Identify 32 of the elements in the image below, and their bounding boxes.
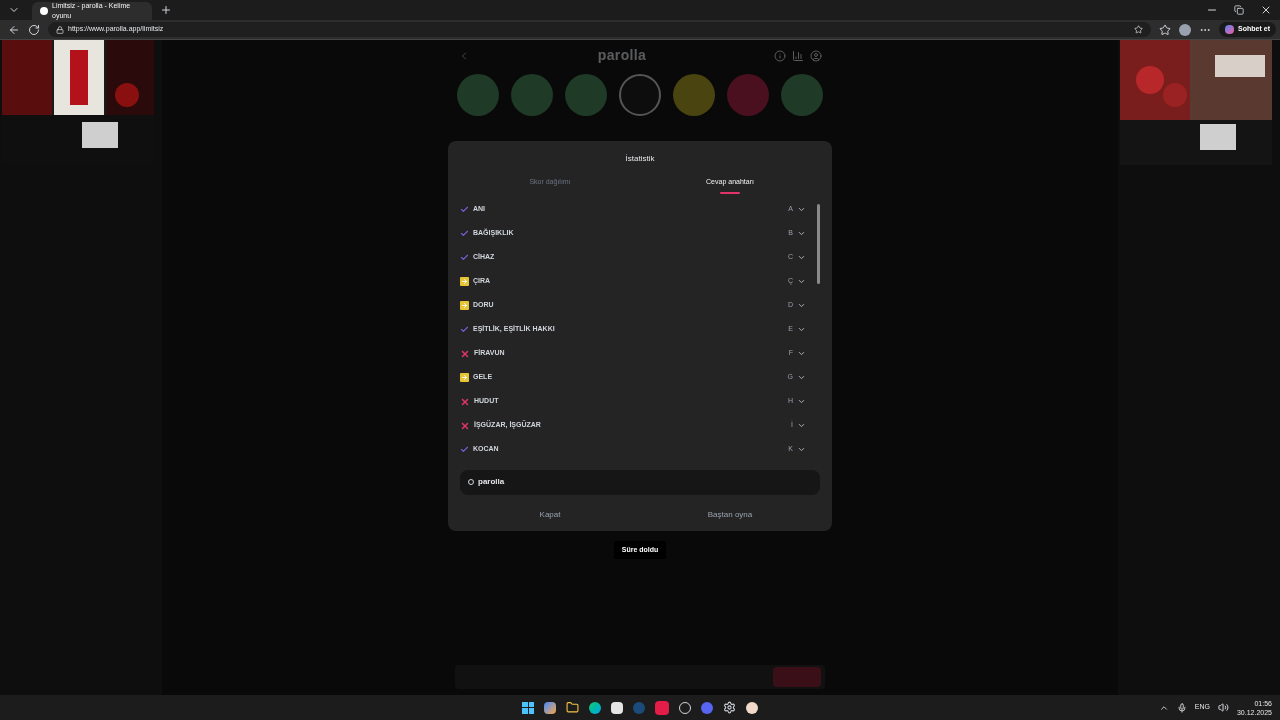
chevron-icon[interactable]	[797, 229, 806, 238]
settings-icon[interactable]	[723, 701, 736, 714]
start-icon[interactable]	[522, 701, 534, 714]
favorites-icon[interactable]	[1159, 23, 1172, 36]
store-icon[interactable]	[611, 701, 623, 714]
microphone-icon[interactable]	[1176, 702, 1187, 713]
chevron-icon[interactable]	[797, 445, 806, 454]
profile-avatar[interactable]	[1179, 23, 1192, 36]
chevron-icon[interactable]	[797, 397, 806, 406]
chevron-icon[interactable]	[797, 301, 806, 310]
chevron-icon[interactable]	[797, 205, 806, 214]
close-icon[interactable]	[1260, 4, 1272, 16]
reload-icon[interactable]	[28, 23, 40, 36]
app-icon[interactable]	[746, 701, 758, 714]
volume-icon[interactable]	[1217, 702, 1229, 713]
chevron-icon[interactable]	[797, 349, 806, 358]
chevron-icon[interactable]	[797, 277, 806, 286]
user-icon[interactable]	[810, 49, 822, 62]
dialog-button[interactable]: Kapat	[460, 504, 640, 525]
dialog-button[interactable]: Baştan oyna	[640, 504, 820, 525]
dialog-title: İstatistik	[624, 153, 656, 165]
share-text: parolla	[478, 476, 505, 488]
chart-icon[interactable]	[792, 49, 804, 62]
chevron-icon[interactable]	[797, 253, 806, 262]
restore-icon[interactable]	[1234, 5, 1244, 15]
chevron-icon[interactable]	[797, 325, 806, 334]
new-tab-icon[interactable]	[160, 4, 172, 16]
chevron-icon[interactable]	[797, 373, 806, 382]
logo: parolla	[597, 46, 647, 65]
chevron-icon[interactable]	[797, 421, 806, 430]
back-icon[interactable]	[8, 23, 20, 36]
folder-icon[interactable]	[566, 701, 579, 714]
